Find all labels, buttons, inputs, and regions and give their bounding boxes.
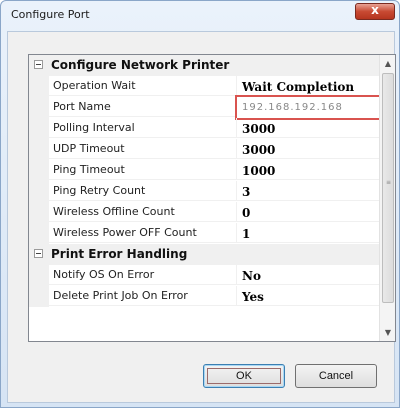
- property-grid: Configure Network Printer Operation Wait…: [28, 54, 396, 342]
- property-name: Delete Print Job On Error: [49, 286, 237, 306]
- property-row-notify-os-on-error[interactable]: Notify OS On Error No: [29, 265, 379, 286]
- close-icon: x: [371, 3, 379, 17]
- property-value[interactable]: 0: [237, 202, 379, 222]
- category-print-error-handling[interactable]: Print Error Handling: [29, 244, 379, 265]
- property-value[interactable]: No: [237, 265, 379, 285]
- property-name: Port Name: [49, 97, 237, 117]
- property-name: Ping Timeout: [49, 160, 237, 180]
- vertical-scrollbar[interactable]: ▲ ≡ ▼: [379, 55, 395, 341]
- grip-icon: ≡: [386, 179, 392, 186]
- category-label: Print Error Handling: [51, 247, 188, 261]
- property-row-ping-retry-count[interactable]: Ping Retry Count 3: [29, 181, 379, 202]
- property-name: Ping Retry Count: [49, 181, 237, 201]
- property-value[interactable]: 1000: [237, 160, 379, 180]
- dialog-client-area: Configure Network Printer Operation Wait…: [7, 31, 396, 403]
- property-name: Wireless Power OFF Count: [49, 223, 237, 243]
- property-name: Notify OS On Error: [49, 265, 237, 285]
- port-name-input[interactable]: 192.168.192.168: [235, 95, 381, 120]
- property-value[interactable]: 3000: [237, 118, 379, 138]
- focus-rectangle: [207, 368, 281, 384]
- property-name: Wireless Offline Count: [49, 202, 237, 222]
- property-value[interactable]: 1: [237, 223, 379, 243]
- property-name: UDP Timeout: [49, 139, 237, 159]
- scroll-down-icon[interactable]: ▼: [380, 324, 395, 341]
- scroll-thumb[interactable]: ≡: [382, 73, 394, 303]
- collapse-icon[interactable]: [34, 249, 43, 258]
- collapse-icon[interactable]: [34, 60, 43, 69]
- property-row-port-name[interactable]: Port Name 192.168.192.168: [29, 95, 381, 120]
- property-row-delete-print-job-on-error[interactable]: Delete Print Job On Error Yes: [29, 286, 379, 307]
- category-label: Configure Network Printer: [51, 58, 230, 72]
- property-value[interactable]: Wait Completion: [237, 76, 379, 96]
- cancel-button[interactable]: Cancel: [295, 364, 377, 388]
- property-name: Operation Wait: [49, 76, 237, 96]
- property-row-operation-wait[interactable]: Operation Wait Wait Completion: [29, 76, 379, 97]
- title-bar[interactable]: Configure Port x: [1, 1, 399, 31]
- property-row-polling-interval[interactable]: Polling Interval 3000: [29, 118, 379, 139]
- ok-button[interactable]: OK: [203, 364, 285, 388]
- property-name: Polling Interval: [49, 118, 237, 138]
- close-button[interactable]: x: [355, 3, 395, 20]
- property-row-wireless-power-off-count[interactable]: Wireless Power OFF Count 1: [29, 223, 379, 244]
- configure-port-dialog: Configure Port x Configure Network Print…: [0, 0, 400, 408]
- property-row-wireless-offline-count[interactable]: Wireless Offline Count 0: [29, 202, 379, 223]
- property-value[interactable]: 3000: [237, 139, 379, 159]
- property-row-udp-timeout[interactable]: UDP Timeout 3000: [29, 139, 379, 160]
- cancel-button-label: Cancel: [318, 370, 354, 382]
- property-value[interactable]: 3: [237, 181, 379, 201]
- category-configure-network-printer[interactable]: Configure Network Printer: [29, 55, 379, 76]
- window-title: Configure Port: [11, 8, 90, 21]
- property-row-ping-timeout[interactable]: Ping Timeout 1000: [29, 160, 379, 181]
- property-value[interactable]: Yes: [237, 286, 379, 306]
- scroll-up-icon[interactable]: ▲: [380, 55, 395, 72]
